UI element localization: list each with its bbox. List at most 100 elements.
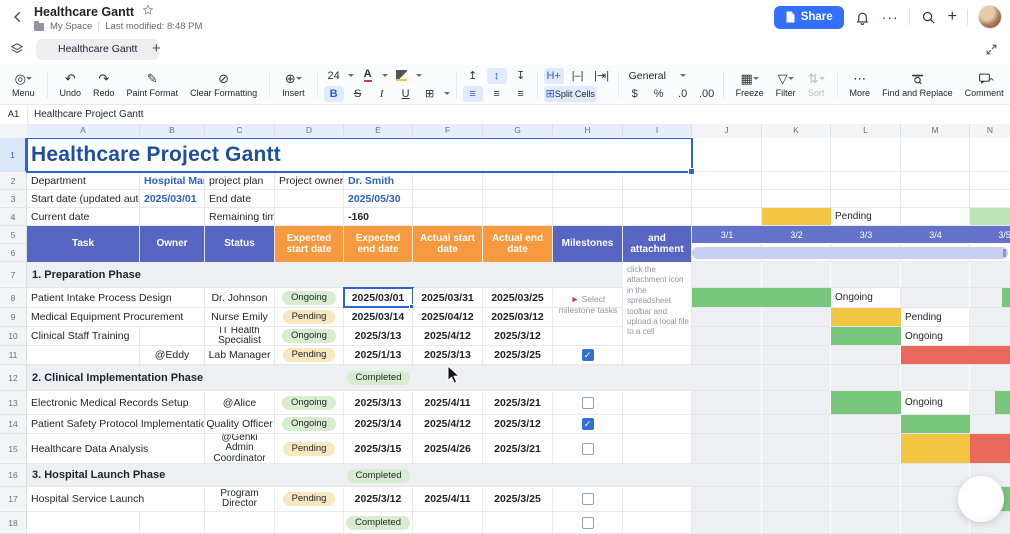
table-header-status[interactable]: Status (205, 226, 275, 262)
find-replace-button[interactable]: Find and Replace (876, 72, 959, 98)
cell[interactable]: Hospital Manag (140, 172, 205, 190)
sheet-list-icon[interactable] (10, 42, 24, 61)
row-header[interactable]: 17 (0, 487, 27, 512)
expand-icon[interactable] (985, 43, 998, 61)
cell[interactable]: project plan (205, 172, 275, 190)
table-header-expected-start-date[interactable]: Expected start date (275, 226, 344, 262)
cell[interactable] (553, 434, 623, 464)
new-document-icon[interactable]: + (948, 8, 957, 26)
cell[interactable]: Healthcare Data Analysis (27, 434, 205, 464)
insert-button[interactable]: ⊕Insert (276, 72, 311, 98)
column-header[interactable]: D (275, 124, 344, 137)
row-header[interactable]: 13 (0, 391, 27, 415)
fill-color-button[interactable] (392, 68, 412, 84)
table-header-expected-end-date[interactable]: Expected end date (344, 226, 413, 262)
cell[interactable]: 2025/03/31 (413, 288, 483, 308)
cell[interactable]: 2025/03/25 (483, 288, 553, 308)
column-header[interactable]: I (623, 124, 692, 137)
column-header[interactable]: J (692, 124, 762, 137)
cell[interactable]: Pending (275, 308, 344, 327)
milestone-checkbox[interactable] (582, 443, 594, 455)
formula-input[interactable]: Healthcare Project Gantt (34, 106, 144, 124)
cell[interactable]: 2025/04/12 (413, 308, 483, 327)
cell[interactable]: Program Director (205, 487, 275, 512)
split-cells-button[interactable]: ⊞ Split Cells (544, 86, 597, 102)
comment-button[interactable]: Comment (959, 72, 1010, 98)
percent-button[interactable]: % (649, 86, 669, 102)
cell[interactable]: 2025/3/25 (483, 487, 553, 512)
row-header[interactable]: 14 (0, 415, 27, 434)
spreadsheet-grid[interactable]: 1Healthcare Project Gantt2DepartmentHosp… (0, 138, 1010, 534)
menu-button[interactable]: ◎Menu (6, 72, 41, 98)
cell[interactable]: Hospital Service Launch (27, 487, 205, 512)
row-header[interactable]: 2 (0, 172, 27, 190)
more-tools-button[interactable]: ⋯More (844, 72, 877, 98)
cell[interactable]: Completed (344, 365, 413, 391)
decrease-decimal-button[interactable]: .0 (673, 86, 693, 102)
cell[interactable]: 2025/3/13 (413, 346, 483, 365)
table-header-milestones[interactable]: Milestones (553, 226, 623, 262)
row-header[interactable]: 6 (0, 244, 27, 262)
cell[interactable]: Electronic Medical Records Setup (27, 391, 205, 415)
cell[interactable]: Pending (275, 487, 344, 512)
cell[interactable]: ✓ (553, 346, 623, 365)
cell[interactable]: 2025/4/11 (413, 487, 483, 512)
cell[interactable]: 2025/3/15 (344, 434, 413, 464)
milestone-checkbox[interactable] (582, 397, 594, 409)
cell[interactable]: 2025/3/21 (483, 391, 553, 415)
column-header[interactable]: A (27, 124, 140, 137)
collapse-toolbar-icon[interactable]: ⌃ (987, 76, 996, 89)
cell[interactable]: 2025/3/14 (344, 415, 413, 434)
cell[interactable]: Remaining time (205, 208, 275, 226)
cell[interactable]: Quality Officer (205, 415, 275, 434)
cell[interactable]: Patient Safety Protocol Implementation (27, 415, 205, 434)
font-size-select[interactable]: 24 (324, 68, 344, 84)
space-label[interactable]: My Space (50, 21, 92, 32)
name-box[interactable]: A1 (0, 106, 28, 124)
row-header[interactable]: 15 (0, 434, 27, 464)
milestone-checkbox[interactable] (582, 493, 594, 505)
cell[interactable]: 2025/4/11 (413, 391, 483, 415)
column-header[interactable]: G (483, 124, 553, 137)
align-bottom-button[interactable]: ↧ (511, 68, 531, 84)
cell[interactable]: Ongoing (275, 391, 344, 415)
row-header[interactable]: 3 (0, 190, 27, 208)
cell[interactable]: Ongoing (275, 415, 344, 434)
row-header[interactable]: 11 (0, 346, 27, 365)
merge-vertical-button[interactable]: |⇥| (592, 68, 612, 84)
sheet-title-cell[interactable]: Healthcare Project Gantt (27, 138, 692, 172)
align-right-button[interactable]: ≡ (511, 86, 531, 102)
row-header[interactable]: 8 (0, 288, 27, 308)
column-header[interactable]: L (831, 124, 901, 137)
font-color-button[interactable]: A (358, 68, 378, 84)
cell[interactable]: Pending (275, 434, 344, 464)
currency-button[interactable]: $ (625, 86, 645, 102)
column-header[interactable]: E (344, 124, 413, 137)
add-sheet-icon[interactable]: + (152, 40, 161, 57)
cell[interactable]: @Eddy (140, 346, 205, 365)
cell[interactable]: Pending (275, 346, 344, 365)
cell[interactable]: Clinical Staff Training (27, 327, 140, 346)
table-header-task[interactable]: Task (27, 226, 140, 262)
table-header-owner[interactable]: Owner (140, 226, 205, 262)
underline-button[interactable]: U (396, 86, 416, 102)
cell[interactable]: 2025/03/14 (344, 308, 413, 327)
cell[interactable]: End date (205, 190, 275, 208)
floating-action-button[interactable] (958, 476, 1004, 522)
row-header[interactable]: 5 (0, 226, 27, 244)
star-icon[interactable] (142, 4, 154, 19)
row-header[interactable]: 9 (0, 308, 27, 327)
number-format-select[interactable]: General (625, 70, 690, 82)
cell[interactable]: 2025/05/30 (344, 190, 413, 208)
milestone-checkbox[interactable] (582, 517, 594, 529)
row-header[interactable]: 16 (0, 464, 27, 487)
more-menu-icon[interactable]: ··· (882, 9, 899, 25)
cell[interactable]: @Alice (205, 391, 275, 415)
table-header-and-attachment[interactable]: and attachment (623, 226, 692, 262)
cell[interactable]: Current date (27, 208, 140, 226)
cell[interactable]: 2025/03/12 (483, 308, 553, 327)
cell[interactable]: Nurse Emily (205, 308, 275, 327)
cell[interactable]: ✓ (553, 415, 623, 434)
cell[interactable] (553, 487, 623, 512)
freeze-button[interactable]: ▦Freeze (730, 72, 770, 98)
